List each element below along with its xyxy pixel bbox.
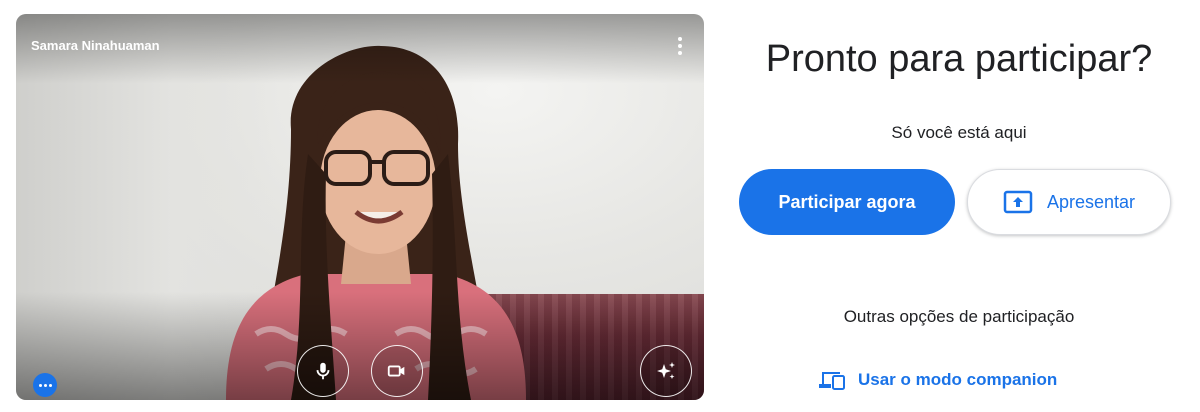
participants-status: Só você está aqui bbox=[891, 123, 1027, 142]
join-panel: Pronto para participar? Só você está aqu… bbox=[730, 0, 1200, 412]
meet-prejoin-screen: Samara Ninahuaman Pronto para participar… bbox=[0, 0, 1200, 412]
join-now-button[interactable]: Participar agora bbox=[739, 169, 955, 235]
companion-mode-label: Usar o modo companion bbox=[858, 370, 1058, 389]
present-button-label: Apresentar bbox=[1046, 191, 1136, 212]
mic-icon bbox=[316, 362, 330, 380]
sparkle-icon bbox=[657, 362, 675, 379]
videocam-icon bbox=[387, 365, 405, 377]
camera-toggle-button[interactable] bbox=[371, 345, 423, 397]
microphone-toggle-button[interactable] bbox=[297, 345, 349, 397]
more-horiz-icon[interactable] bbox=[33, 373, 57, 397]
more-vert-icon[interactable] bbox=[670, 36, 690, 56]
participant-name: Samara Ninahuaman bbox=[31, 38, 160, 53]
companion-mode-link[interactable]: Usar o modo companion bbox=[818, 366, 1057, 394]
present-to-all-icon bbox=[1003, 190, 1033, 214]
page-title: Pronto para participar? bbox=[765, 38, 1153, 80]
visual-effects-button[interactable] bbox=[640, 345, 692, 397]
devices-icon bbox=[819, 372, 845, 390]
video-preview: Samara Ninahuaman bbox=[16, 14, 704, 400]
present-button[interactable]: Apresentar bbox=[967, 169, 1171, 235]
other-join-options-heading: Outras opções de participação bbox=[843, 307, 1075, 326]
